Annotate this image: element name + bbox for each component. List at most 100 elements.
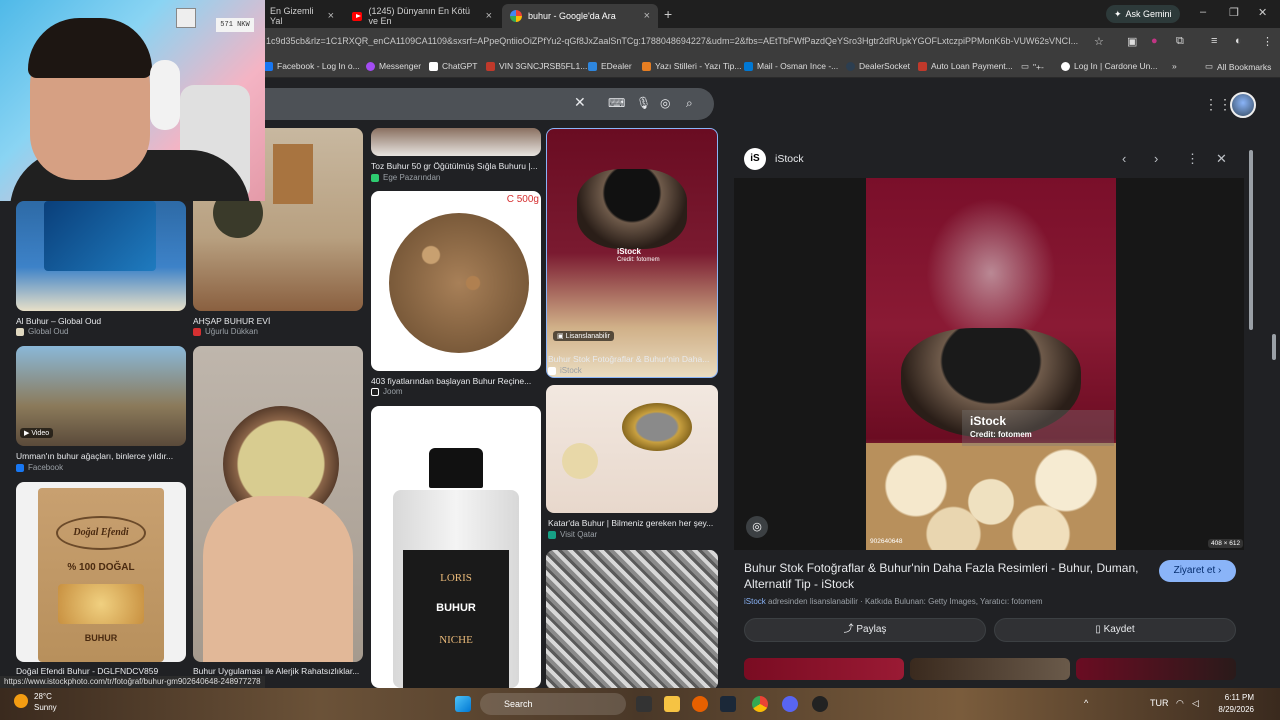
firefox-icon[interactable] [692, 696, 708, 712]
search-icon[interactable]: ⌕ [686, 96, 693, 111]
bookmark-item[interactable]: Log In | Cardone Un... [1061, 61, 1157, 71]
all-bookmarks[interactable]: ▭ All Bookmarks [1205, 61, 1271, 72]
font-icon [642, 61, 651, 71]
close-icon[interactable]: × [486, 10, 492, 22]
file-explorer-icon[interactable] [664, 696, 680, 712]
keyboard-icon[interactable]: ⌨ [608, 96, 625, 110]
mic-icon[interactable]: 🎙 [636, 96, 651, 110]
page-scrollbar[interactable] [1272, 334, 1276, 360]
close-window-icon[interactable]: ✕ [1258, 6, 1267, 19]
share-button[interactable]: ⤴ Paylaş [744, 618, 986, 642]
result-caption[interactable]: Buhur Uygulaması ile Alerjik Rahatsızlık… [193, 666, 365, 676]
bookmark-item[interactable]: EDealer [588, 61, 632, 71]
taskbar-search[interactable]: Search [480, 693, 626, 715]
license-site[interactable]: iStock [744, 597, 766, 606]
related-image[interactable] [1076, 658, 1236, 680]
extension-icon[interactable]: ● [1151, 35, 1158, 47]
tab-1[interactable]: En Gizemli Yal × [262, 4, 342, 28]
volume-icon[interactable]: ◁ [1192, 698, 1199, 709]
result-caption[interactable]: Buhur Stok Fotoğraflar & Buhur'nin Daha.… [548, 354, 720, 364]
result-image[interactable] [546, 385, 718, 513]
close-icon[interactable]: × [644, 10, 650, 22]
app-icon[interactable] [812, 696, 828, 712]
tab-3[interactable]: buhur - Google'da Ara × [502, 4, 658, 28]
restore-icon[interactable]: ❐ [1229, 6, 1239, 19]
more-bookmarks-icon[interactable]: » [1172, 61, 1177, 71]
result-image[interactable] [16, 201, 186, 311]
result-image[interactable]: LORIS BUHUR NICHE [371, 406, 541, 688]
bookmark-item[interactable]: DealerSocket [846, 61, 910, 71]
license-text: adresinden lisanslanabilir · Katkıda Bul… [765, 597, 1043, 606]
profile-icon[interactable]: ◐ [1235, 35, 1242, 47]
result-image[interactable] [193, 346, 363, 662]
queue-icon[interactable]: ≡ [1211, 35, 1217, 47]
lens-icon[interactable]: ◎ [746, 516, 768, 538]
result-image[interactable] [546, 550, 718, 688]
close-icon[interactable]: ✕ [1216, 151, 1227, 167]
ask-gemini-button[interactable]: ✦ Ask Gemini [1106, 5, 1180, 23]
close-icon[interactable]: × [328, 10, 334, 22]
result-source: Ege Pazarından [371, 173, 440, 182]
result-image[interactable]: Doğal Efendi % 100 DOĞAL BUHUR [16, 482, 186, 662]
clock[interactable]: 6:11 PM 8/29/2026 [1208, 692, 1254, 716]
star-icon[interactable]: ☆ [1094, 35, 1104, 48]
next-icon[interactable]: › [1154, 151, 1158, 166]
result-image[interactable] [371, 128, 541, 156]
bookmark-item[interactable]: Mail - Osman Ince -... [744, 61, 838, 71]
search-input[interactable]: ✕ ⌨ 🎙 ◎ ⌕ [250, 88, 714, 120]
new-tab-icon[interactable]: + [664, 6, 672, 22]
visit-button[interactable]: Ziyaret et › [1159, 560, 1236, 582]
chrome-icon[interactable] [752, 696, 768, 712]
preview-image[interactable]: iStock Credit: fotomem [866, 178, 1116, 550]
url-field[interactable]: 1c9d35cb&rlz=1C1RXQR_enCA1109CA1109&sxsr… [266, 36, 1096, 46]
panel-scrollbar[interactable] [1249, 150, 1253, 330]
language-indicator[interactable]: TUR [1150, 698, 1169, 708]
result-source: Visit Qatar [548, 530, 597, 539]
bookmark-item[interactable]: Yazı Stilleri - Yazı Tip... [642, 61, 741, 71]
save-button[interactable]: ▯ Kaydet [994, 618, 1236, 642]
bookmark-item[interactable]: Auto Loan Payment... [918, 61, 1013, 71]
result-image[interactable]: ▶ Video [16, 346, 186, 446]
bookmark-label: DealerSocket [859, 61, 911, 71]
menu-icon[interactable]: ⋮ [1262, 35, 1273, 48]
result-image[interactable]: C 500g [371, 191, 541, 371]
result-caption[interactable]: Katar'da Buhur | Bilmeniz gereken her şe… [548, 518, 720, 528]
tab-2[interactable]: (1245) Dünyanın En Kötü ve En × [344, 4, 500, 28]
more-icon[interactable]: ⋮ [1186, 151, 1199, 167]
bookmark-item[interactable]: ChatGPT [429, 61, 477, 71]
task-view-icon[interactable] [636, 696, 652, 712]
avatar[interactable] [1230, 92, 1256, 118]
discord-icon[interactable] [782, 696, 798, 712]
apps-icon[interactable]: ⋮⋮ [1204, 96, 1232, 113]
result-caption[interactable]: Umman'ın buhur ağaçları, binlerce yıldır… [16, 451, 188, 461]
wifi-icon[interactable]: ◠ [1176, 698, 1184, 709]
bowl-shape [577, 169, 687, 249]
result-caption[interactable]: AHŞAP BUHUR EVİ [193, 316, 365, 326]
windows-start-icon[interactable] [455, 696, 471, 712]
preview-header: iS iStock ‹ › ⋮ ✕ [734, 140, 1244, 178]
related-image[interactable] [910, 658, 1070, 680]
result-image-selected[interactable]: iStock Credit: fotomem ▣ Lisanslanabilir [546, 128, 718, 378]
clear-icon[interactable]: ✕ [574, 94, 586, 111]
puzzle-icon[interactable]: ⧉ [1176, 35, 1184, 48]
bookmark-item[interactable]: Messenger [366, 61, 421, 71]
result-caption[interactable]: Al Buhur – Global Oud [16, 316, 188, 326]
minimize-icon[interactable]: – [1200, 6, 1206, 18]
steam-icon[interactable] [720, 696, 736, 712]
result-caption[interactable]: Doğal Efendi Buhur - DGLFNDCV859 [16, 666, 188, 676]
related-image[interactable] [744, 658, 904, 680]
preview-site[interactable]: iStock [775, 153, 804, 165]
extension-icon[interactable]: ▣ [1127, 35, 1137, 48]
bookmark-item[interactable]: Facebook - Log In o... [264, 61, 360, 71]
result-caption[interactable]: 403 fiyatlarından başlayan Buhur Reçine.… [371, 376, 543, 386]
bookmark-folder[interactable]: ▭ "+- [1021, 61, 1044, 72]
prev-icon[interactable]: ‹ [1122, 151, 1126, 166]
tray-arrow-icon[interactable]: ^ [1084, 698, 1088, 708]
result-caption[interactable]: Toz Buhur 50 gr Öğütülmüş Sığla Buhuru |… [371, 161, 543, 171]
result-source: Uğurlu Dükkan [193, 327, 258, 336]
watermark-title: iStock [617, 247, 642, 256]
result-source: iStock [548, 366, 582, 375]
preview-title[interactable]: Buhur Stok Fotoğraflar & Buhur'nin Daha … [744, 560, 1144, 592]
bookmark-item[interactable]: VIN 3GNCJRSB5FL1... [486, 61, 587, 71]
lens-icon[interactable]: ◎ [660, 96, 670, 110]
